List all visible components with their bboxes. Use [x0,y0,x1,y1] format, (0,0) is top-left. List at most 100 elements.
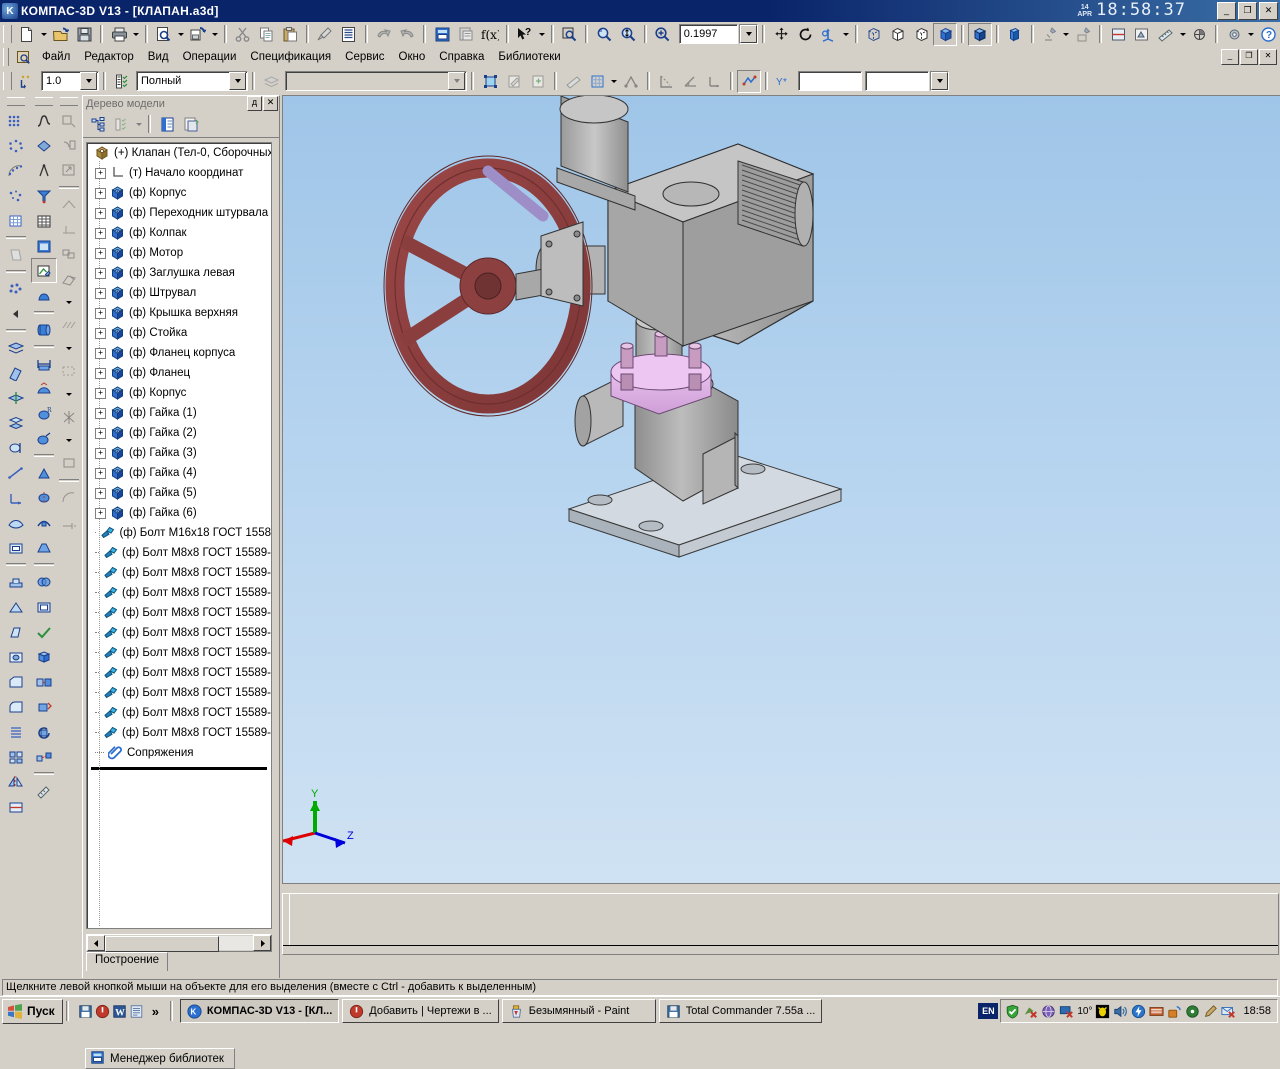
redo-button[interactable] [395,23,419,46]
tray-mail-x-icon[interactable] [1221,1004,1236,1019]
snap-mode-icon[interactable] [619,70,643,93]
task-button-add-drawings[interactable]: Добавить | Чертежи в ... [342,999,498,1023]
tree-item[interactable]: +(ф) Колпак [87,223,271,243]
undo-button[interactable] [372,23,396,46]
quicklaunch-power-icon[interactable] [95,1004,110,1019]
cut-loft-icon[interactable] [31,535,57,560]
project-dropdown[interactable] [64,292,74,313]
tray-keyboard-icon[interactable] [1149,1004,1164,1019]
ruler-icon[interactable] [561,70,585,93]
tray-network-icon[interactable] [1167,1004,1182,1019]
circular-array-icon[interactable] [3,133,29,158]
surface-icon[interactable] [3,510,29,535]
menu-grip[interactable] [3,48,9,66]
model-3d-viewport[interactable]: X Y Z [282,95,1280,884]
mass-center-button[interactable] [1188,23,1212,46]
quicklaunch-floppy-icon[interactable] [78,1004,93,1019]
snap-point-dropdown[interactable] [64,430,74,451]
task-button-paint[interactable]: Безымянный - Paint [502,999,656,1023]
table-icon[interactable] [31,208,57,233]
expand-left-arrow-icon[interactable] [3,301,29,326]
menu-item-editor[interactable]: Редактор [77,49,141,65]
mdi-close-button[interactable]: ✕ [1259,49,1277,65]
tree-item[interactable]: (ф) Болт М8х8 ГОСТ 15589- [87,723,271,743]
scroll-left-button[interactable] [87,935,105,951]
tray-power-icon[interactable] [1131,1004,1146,1019]
layer-dropdown[interactable] [448,72,465,90]
cut-button[interactable] [231,23,255,46]
tree-expand-toggle[interactable]: + [95,288,106,299]
explode-icon[interactable] [31,744,57,769]
question-icon[interactable]: ? [1256,23,1280,46]
funnel-icon[interactable] [31,183,57,208]
toolbar-grip[interactable] [35,97,53,106]
tree-item[interactable]: +(т) Начало координат [87,163,271,183]
arc-tool-icon[interactable] [56,485,82,510]
menu-item-operations[interactable]: Операции [176,49,244,65]
tree-item[interactable]: Сопряжения [87,743,271,763]
tree-item[interactable]: +(ф) Мотор [87,243,271,263]
tree-item[interactable]: (ф) Болт М8х8 ГОСТ 15589- [87,643,271,663]
menu-item-service[interactable]: Сервис [338,49,391,65]
quicklaunch-word-icon[interactable]: W [112,1004,127,1019]
edit-sketch-icon[interactable] [502,70,526,93]
fillet-icon[interactable] [3,694,29,719]
angle-plane-icon[interactable] [3,360,29,385]
tree-item[interactable]: +(ф) Заглушка левая [87,263,271,283]
document-properties-icon[interactable] [11,46,35,69]
mirror-icon[interactable] [3,769,29,794]
thread-icon[interactable] [3,719,29,744]
tree-item[interactable]: +(ф) Фланец корпуса [87,343,271,363]
zoom-scale-button[interactable] [616,23,640,46]
tree-item[interactable]: +(ф) Корпус [87,383,271,403]
rectangle-icon[interactable] [56,451,82,476]
lighting-button[interactable] [1038,23,1062,46]
parameter-x-input[interactable] [798,71,862,91]
stamp-icon[interactable] [3,569,29,594]
panel-icon[interactable] [31,233,57,258]
scroll-thumb[interactable] [105,936,219,952]
pattern-icon[interactable] [3,744,29,769]
menu-item-file[interactable]: Файл [35,49,77,65]
print-preview-button[interactable] [152,23,176,46]
shaded-button[interactable] [968,23,992,46]
perspective-button[interactable] [1003,23,1027,46]
shell-icon[interactable] [3,535,29,560]
tree-expand-toggle[interactable]: + [95,448,106,459]
tree-expand-toggle[interactable]: + [95,268,106,279]
start-button[interactable]: Пуск [2,999,63,1024]
scroll-track[interactable] [105,936,253,950]
pan-button[interactable] [769,23,793,46]
tree-item[interactable]: +(ф) Стойка [87,323,271,343]
tree-expand-toggle[interactable]: + [95,188,106,199]
measure-tool-icon[interactable] [31,778,57,803]
tree-item[interactable]: (ф) Болт М8х8 ГОСТ 15589- [87,583,271,603]
tray-volume-icon[interactable] [1113,1004,1128,1019]
tree-item[interactable]: +(ф) Крышка верхняя [87,303,271,323]
angle-snap-icon[interactable] [678,70,702,93]
tree-expand-toggle[interactable]: + [95,328,106,339]
wireframe-button[interactable] [862,23,886,46]
measure-dropdown[interactable] [1178,24,1188,45]
tree-properties-icon[interactable] [155,113,179,136]
chamfer-icon[interactable] [3,669,29,694]
print-button[interactable] [107,23,131,46]
tree-expand-toggle[interactable]: + [95,468,106,479]
scale-value-combo[interactable]: 1.0 [41,71,99,91]
tray-globe-icon[interactable] [1041,1004,1056,1019]
hatch-dropdown[interactable] [64,338,74,359]
display-style-dropdown[interactable] [229,72,246,90]
tab-construction[interactable]: Построение [86,952,168,971]
tree-expand-toggle[interactable]: + [95,408,106,419]
copy-button[interactable] [254,23,278,46]
tree-item[interactable]: +(ф) Штрувал [87,283,271,303]
quicklaunch-overflow[interactable]: » [152,1004,159,1019]
normal-plane-icon[interactable] [3,385,29,410]
tree-expand-toggle[interactable]: + [95,248,106,259]
tree-item[interactable]: (ф) Болт М8х8 ГОСТ 15589- [87,543,271,563]
format-painter-button[interactable] [313,23,337,46]
local-coordinate-icon[interactable] [3,485,29,510]
dashed-region-icon[interactable] [56,359,82,384]
expand-region-icon[interactable] [56,158,82,183]
new-document-dropdown[interactable] [39,24,49,45]
